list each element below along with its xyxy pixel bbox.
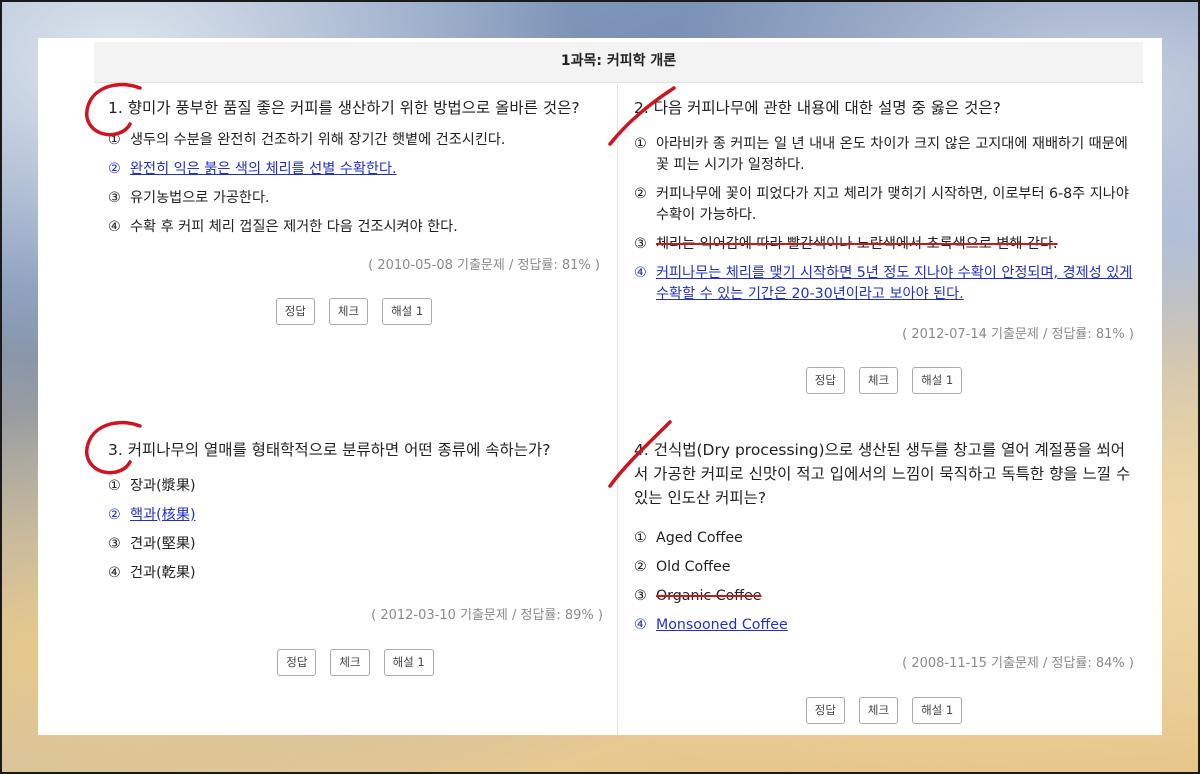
option-1[interactable]: ① 생두의 수분을 완전히 건조하기 위해 장기간 햇볕에 건조시킨다. — [108, 130, 600, 151]
option-3-struck[interactable]: ③ Organic Coffee — [634, 586, 1134, 607]
question-actions: 정답 체크 해설 1 — [108, 298, 600, 325]
option-number: ③ — [634, 236, 647, 252]
question-title: 3. 커피나무의 열매를 형태학적으로 분류하면 어떤 종류에 속하는가? — [108, 441, 551, 459]
question-actions: 정답 체크 해설 1 — [634, 697, 1134, 724]
question-4: 4. 건식법(Dry processing)으로 생산된 생두를 창고를 열어 … — [634, 438, 1134, 724]
option-number: ③ — [108, 536, 121, 552]
question-1: 1. 향미가 풍부한 품질 좋은 커피를 생산하기 위한 방법으로 올바른 것은… — [108, 96, 600, 325]
option-text: 생두의 수분을 완전히 건조하기 위해 장기간 햇볕에 건조시킨다. — [130, 132, 506, 148]
option-number: ④ — [634, 617, 647, 633]
option-4[interactable]: ④ 건과(乾果) — [108, 563, 603, 584]
option-4[interactable]: ④ 수확 후 커피 체리 껍질은 제거한 다음 건조시켜야 한다. — [108, 217, 600, 238]
option-text: 장과(漿果) — [130, 478, 196, 494]
exam-panel: 1과목: 커피학 개론 1. 향미가 풍부한 품질 좋은 커피를 생산하기 위한… — [38, 38, 1162, 735]
option-2[interactable]: ② 커피나무에 꽃이 피었다가 지고 체리가 맺히기 시작하면, 이로부터 6-8… — [634, 184, 1134, 226]
option-number: ① — [634, 530, 647, 546]
answer-button[interactable]: 정답 — [275, 298, 315, 325]
question-title: 4. 건식법(Dry processing)으로 생산된 생두를 창고를 열어 … — [634, 441, 1131, 507]
option-text: Old Coffee — [656, 559, 731, 575]
option-number: ② — [634, 186, 647, 202]
check-button[interactable]: 체크 — [330, 649, 370, 676]
question-title: 2. 다음 커피나무에 관한 내용에 대한 설명 중 옳은 것은? — [634, 99, 1001, 117]
option-number: ③ — [634, 588, 647, 604]
correct-circle-mark-1 — [85, 82, 142, 137]
question-title: 1. 향미가 풍부한 품질 좋은 커피를 생산하기 위한 방법으로 올바른 것은… — [108, 99, 580, 117]
option-4-correct[interactable]: ④ Monsooned Coffee — [634, 615, 1134, 636]
option-2-correct[interactable]: ② 완전히 익은 붉은 색의 체리를 선별 수확한다. — [108, 159, 600, 180]
option-number: ④ — [108, 565, 121, 581]
option-list: ① Aged Coffee ② Old Coffee ③ Organic Coffee… — [634, 528, 1134, 636]
option-2-correct[interactable]: ② 핵과(核果) — [108, 505, 603, 526]
wrong-slash-mark-2 — [608, 86, 676, 146]
option-3-struck[interactable]: ③ 체리는 익어감에 따라 빨간색이나 노란색에서 초록색으로 변해 간다. — [634, 234, 1134, 255]
option-list: ① 장과(漿果) ② 핵과(核果) ③ 견과(堅果) ④ 건과(乾果) — [108, 476, 603, 584]
question-3: 3. 커피나무의 열매를 형태학적으로 분류하면 어떤 종류에 속하는가? ①장… — [108, 438, 603, 676]
subject-header: 1과목: 커피학 개론 — [94, 42, 1143, 83]
option-number: ③ — [108, 190, 121, 206]
option-text: 건과(乾果) — [130, 565, 196, 581]
option-number: ④ — [108, 219, 121, 235]
question-actions: 정답 체크 해설 1 — [634, 367, 1134, 394]
option-3[interactable]: ③ 유기농법으로 가공한다. — [108, 188, 600, 209]
answer-button[interactable]: 정답 — [805, 697, 845, 724]
question-2: 2. 다음 커피나무에 관한 내용에 대한 설명 중 옳은 것은? ① 아라비카 … — [634, 96, 1134, 394]
option-number: ② — [108, 161, 121, 177]
answer-button[interactable]: 정답 — [805, 367, 845, 394]
option-text: 핵과(核果) — [130, 507, 196, 523]
option-1[interactable]: ① Aged Coffee — [634, 528, 1134, 549]
question-actions: 정답 체크 해설 1 — [108, 649, 603, 676]
option-text: 커피나무는 체리를 맺기 시작하면 5년 정도 지나야 수확이 안정되며, 경제… — [656, 265, 1133, 302]
option-text: 완전히 익은 붉은 색의 체리를 선별 수확한다. — [130, 161, 397, 177]
option-3[interactable]: ③ 견과(堅果) — [108, 534, 603, 555]
option-1[interactable]: ① 장과(漿果) — [108, 476, 603, 497]
check-button[interactable]: 체크 — [858, 697, 899, 724]
column-divider — [617, 84, 618, 735]
check-button[interactable]: 체크 — [328, 298, 369, 325]
option-text: 커피나무에 꽃이 피었다가 지고 체리가 맺히기 시작하면, 이로부터 6-8주… — [656, 186, 1129, 223]
wrong-slash-mark-4 — [608, 420, 672, 488]
option-text: Monsooned Coffee — [656, 617, 788, 633]
option-list: ① 아라비카 종 커피는 일 년 내내 온도 차이가 크지 않은 고지대에 재배하… — [634, 134, 1134, 305]
question-meta: ( 2010-05-08 기출문제 / 정답률: 81% ) — [368, 258, 600, 273]
option-2[interactable]: ② Old Coffee — [634, 557, 1134, 578]
option-1[interactable]: ① 아라비카 종 커피는 일 년 내내 온도 차이가 크지 않은 고지대에 재배하… — [634, 134, 1134, 176]
option-number: ② — [634, 559, 647, 575]
option-text: 체리는 익어감에 따라 빨간색이나 노란색에서 초록색으로 변해 간다. — [656, 236, 1058, 252]
option-number: ④ — [634, 265, 647, 281]
question-meta: ( 2008-11-15 기출문제 / 정답률: 84% ) — [902, 656, 1134, 671]
question-meta: ( 2012-07-14 기출문제 / 정답률: 81% ) — [902, 327, 1134, 342]
option-text: Aged Coffee — [656, 530, 743, 546]
correct-circle-mark-3 — [85, 420, 142, 475]
option-number: ② — [108, 507, 121, 523]
check-button[interactable]: 체크 — [858, 367, 899, 394]
option-text: 수확 후 커피 체리 껍질은 제거한 다음 건조시켜야 한다. — [130, 219, 458, 235]
option-list: ① 생두의 수분을 완전히 건조하기 위해 장기간 햇볕에 건조시킨다. ② 완전히… — [108, 130, 600, 238]
explanation-button[interactable]: 해설 1 — [382, 298, 433, 325]
answer-button[interactable]: 정답 — [277, 649, 317, 676]
explanation-button[interactable]: 해설 1 — [383, 649, 434, 676]
option-4-correct[interactable]: ④ 커피나무는 체리를 맺기 시작하면 5년 정도 지나야 수확이 안정되며, 경… — [634, 263, 1134, 305]
option-text: 유기농법으로 가공한다. — [130, 190, 270, 206]
option-text: 견과(堅果) — [130, 536, 196, 552]
option-text: Organic Coffee — [656, 588, 762, 604]
option-text: 아라비카 종 커피는 일 년 내내 온도 차이가 크지 않은 고지대에 재배하기… — [656, 136, 1128, 173]
explanation-button[interactable]: 해설 1 — [912, 367, 963, 394]
question-meta: ( 2012-03-10 기출문제 / 정답률: 89% ) — [371, 608, 603, 623]
explanation-button[interactable]: 해설 1 — [912, 697, 963, 724]
